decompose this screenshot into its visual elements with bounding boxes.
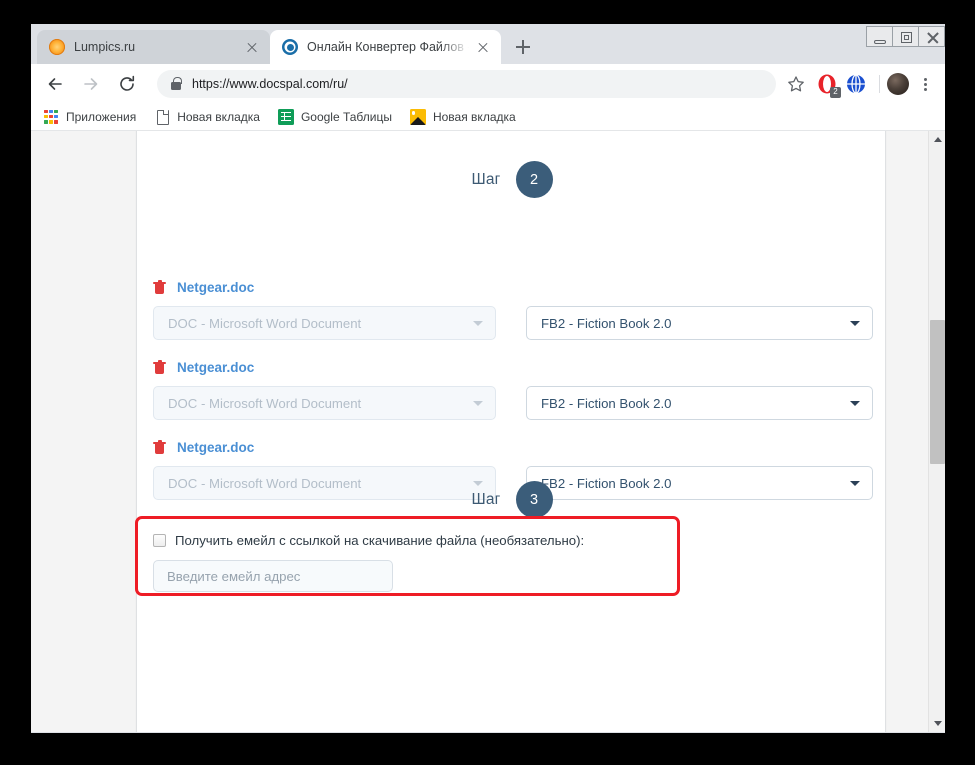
browser-toolbar: https://www.docspal.com/ru/ 2 xyxy=(31,64,945,103)
chevron-down-icon xyxy=(850,400,860,406)
bookmarks-bar: Приложения Новая вкладка Google Таблицы … xyxy=(31,103,945,131)
star-icon xyxy=(788,75,804,91)
address-bar[interactable]: https://www.docspal.com/ru/ xyxy=(157,69,776,98)
bookmark-star-button[interactable] xyxy=(782,70,810,98)
chevron-down-icon xyxy=(850,320,860,326)
bookmark-label: Приложения xyxy=(66,109,137,124)
email-checkbox-line: Получить емейл с ссылкой на скачивание ф… xyxy=(153,529,873,551)
image-icon xyxy=(409,108,426,125)
format-selects: DOC - Microsoft Word Document FB2 - Fict… xyxy=(137,386,887,420)
step-2-badge: 2 xyxy=(515,161,553,198)
file-name-line: Netgear.doc xyxy=(137,437,887,457)
back-arrow-icon xyxy=(48,77,62,90)
extension-badge-count: 2 xyxy=(830,86,841,98)
lock-icon xyxy=(171,77,182,90)
forward-arrow-icon xyxy=(84,77,98,90)
chevron-down-icon xyxy=(473,320,483,326)
source-format-select[interactable]: DOC - Microsoft Word Document xyxy=(153,386,496,420)
bookmark-label: Google Таблицы xyxy=(300,109,392,124)
lumpics-favicon-icon xyxy=(49,39,65,55)
tab-close-icon[interactable] xyxy=(244,39,260,55)
bookmark-label: Новая вкладка xyxy=(432,109,516,124)
page-scrollbar[interactable] xyxy=(928,131,945,732)
browser-tab-docspal[interactable]: Онлайн Конвертер Файлов - Do xyxy=(270,30,501,64)
docspal-favicon-icon xyxy=(282,39,298,55)
apps-grid-icon xyxy=(43,109,59,125)
google-sheets-icon xyxy=(277,108,294,125)
bookmark-apps[interactable]: Приложения xyxy=(43,109,136,125)
email-checkbox-label: Получить емейл с ссылкой на скачивание ф… xyxy=(175,532,585,548)
email-input-placeholder: Введите емейл адрес xyxy=(167,568,301,584)
extension-icon-blue[interactable] xyxy=(843,71,869,97)
page-icon xyxy=(154,109,170,125)
close-button[interactable] xyxy=(918,26,945,47)
browser-menu-button[interactable] xyxy=(913,70,937,98)
converter-card: Шаг 2 Netgear.doc DOC - Microsoft Word D… xyxy=(135,131,887,732)
tab-close-icon[interactable] xyxy=(475,39,491,55)
browser-window: Lumpics.ru Онлайн Конвертер Файлов - Do xyxy=(31,24,945,733)
reload-icon xyxy=(120,75,135,91)
globe-icon xyxy=(847,73,865,94)
reload-button[interactable] xyxy=(113,70,141,98)
file-name-line: Netgear.doc xyxy=(137,357,887,377)
page-viewport: Шаг 2 Netgear.doc DOC - Microsoft Word D… xyxy=(31,131,945,732)
bookmark-new-tab-2[interactable]: Новая вкладка xyxy=(409,108,516,125)
file-name[interactable]: Netgear.doc xyxy=(177,360,254,375)
file-row: Netgear.doc DOC - Microsoft Word Documen… xyxy=(137,357,887,420)
email-notification-block: Получить емейл с ссылкой на скачивание ф… xyxy=(153,529,873,592)
step-3-badge: 3 xyxy=(515,481,553,518)
back-button[interactable] xyxy=(41,70,69,98)
chevron-down-icon xyxy=(473,400,483,406)
step-3-header: Шаг 3 xyxy=(137,481,887,518)
window-controls xyxy=(866,26,945,47)
target-format-select[interactable]: FB2 - Fiction Book 2.0 xyxy=(526,306,873,340)
scroll-up-arrow-icon[interactable] xyxy=(929,131,945,148)
target-format-value: FB2 - Fiction Book 2.0 xyxy=(541,315,672,331)
url-text: https://www.docspal.com/ru/ xyxy=(192,76,348,91)
file-name[interactable]: Netgear.doc xyxy=(177,440,254,455)
minimize-button[interactable] xyxy=(866,26,893,47)
file-row: Netgear.doc DOC - Microsoft Word Documen… xyxy=(137,277,887,340)
step-2-label: Шаг xyxy=(471,170,501,188)
bookmark-google-sheets[interactable]: Google Таблицы xyxy=(277,108,392,125)
format-selects: DOC - Microsoft Word Document FB2 - Fict… xyxy=(137,306,887,340)
new-tab-button[interactable] xyxy=(509,33,537,61)
trash-icon[interactable] xyxy=(153,439,166,455)
bookmark-new-tab-1[interactable]: Новая вкладка xyxy=(154,109,260,125)
scrollbar-thumb[interactable] xyxy=(930,320,945,464)
step-2-header: Шаг 2 xyxy=(137,161,887,198)
extension-icon-red[interactable]: 2 xyxy=(814,71,841,98)
tab-title: Lumpics.ru xyxy=(74,40,136,54)
maximize-button[interactable] xyxy=(892,26,919,47)
file-name-line: Netgear.doc xyxy=(137,277,887,297)
profile-avatar[interactable] xyxy=(887,72,909,95)
tab-strip: Lumpics.ru Онлайн Конвертер Файлов - Do xyxy=(31,24,945,64)
step-3-label: Шаг xyxy=(471,490,501,508)
source-format-select[interactable]: DOC - Microsoft Word Document xyxy=(153,306,496,340)
tab-title: Онлайн Конвертер Файлов - Do xyxy=(307,40,469,54)
trash-icon[interactable] xyxy=(153,279,166,295)
scroll-down-arrow-icon[interactable] xyxy=(929,715,945,732)
browser-tab-lumpics[interactable]: Lumpics.ru xyxy=(37,30,270,64)
email-notification-checkbox[interactable] xyxy=(153,533,166,547)
target-format-value: FB2 - Fiction Book 2.0 xyxy=(541,395,672,411)
forward-button[interactable] xyxy=(77,70,105,98)
page-canvas: Шаг 2 Netgear.doc DOC - Microsoft Word D… xyxy=(31,131,928,732)
email-address-input[interactable]: Введите емейл адрес xyxy=(153,560,393,592)
source-format-value: DOC - Microsoft Word Document xyxy=(168,315,362,331)
three-dot-menu-icon xyxy=(923,77,927,81)
source-format-value: DOC - Microsoft Word Document xyxy=(168,395,362,411)
target-format-select[interactable]: FB2 - Fiction Book 2.0 xyxy=(526,386,873,420)
bookmark-label: Новая вкладка xyxy=(177,109,260,124)
toolbar-divider xyxy=(879,74,880,93)
file-name[interactable]: Netgear.doc xyxy=(177,280,254,295)
trash-icon[interactable] xyxy=(153,359,166,375)
